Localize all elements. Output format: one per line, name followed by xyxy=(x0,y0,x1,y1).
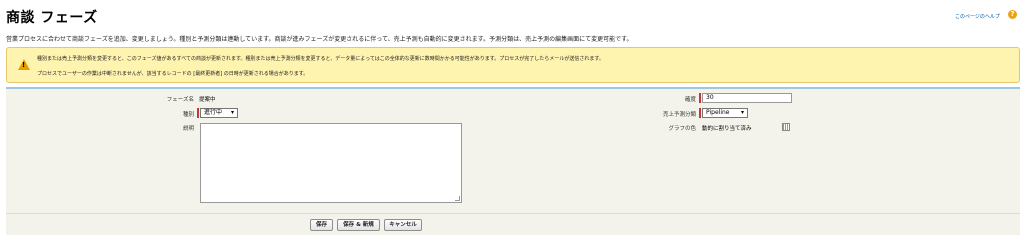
graph-color-label: グラフの色 xyxy=(668,126,696,132)
warning-box: ! 種別または売上予測分類を変更すると、このフェーズ値があるすべての商談が更新さ… xyxy=(6,47,1020,83)
forecast-select-value: Pipeline xyxy=(706,109,730,116)
warning-icon: ! xyxy=(18,59,30,70)
cancel-button[interactable]: キャンセル xyxy=(384,219,422,231)
warning-text-1: 種別または売上予測分類を変更すると、このフェーズ値があるすべての商談が更新されま… xyxy=(37,56,604,62)
question-icon[interactable]: ? xyxy=(1008,10,1017,19)
button-bar: 保存 保存 & 新規 キャンセル xyxy=(6,213,1020,235)
warning-text-2: プロセスでユーザーの作業は中断されませんが、該当するレコードの [最終更新者] … xyxy=(37,71,309,77)
forecast-category-select[interactable]: Pipeline ▾ xyxy=(702,108,748,118)
type-label: 種別 xyxy=(182,112,194,118)
color-picker-icon[interactable] xyxy=(782,123,790,131)
help-link[interactable]: このページのヘルプ xyxy=(955,13,1000,20)
probability-input[interactable]: 30 xyxy=(702,93,792,103)
type-select-value: 進行中 xyxy=(204,109,223,116)
chevron-down-icon: ▾ xyxy=(740,109,744,116)
save-button[interactable]: 保存 xyxy=(310,219,333,231)
required-indicator xyxy=(699,108,701,118)
phase-name-label: フェーズ名 xyxy=(166,97,194,103)
description-textarea[interactable] xyxy=(200,123,462,203)
page-description: 営業プロセスに合わせて商談フェーズを追加、変更しましょう。種別と予測分類は連動し… xyxy=(6,36,633,43)
edit-form-panel: フェーズ名 提案中 種別 進行中 ▾ 説明 確度 30 売上予測分類 Pipel… xyxy=(6,87,1020,235)
resize-handle-icon[interactable] xyxy=(455,196,460,201)
description-label: 説明 xyxy=(182,126,194,132)
forecast-category-label: 売上予測分類 xyxy=(662,112,696,118)
chevron-down-icon: ▾ xyxy=(230,109,234,116)
graph-color-value: 動的に割り当て済み xyxy=(702,126,752,132)
type-select[interactable]: 進行中 ▾ xyxy=(200,108,238,118)
form-body: フェーズ名 提案中 種別 進行中 ▾ 説明 確度 30 売上予測分類 Pipel… xyxy=(6,89,1020,213)
required-indicator xyxy=(197,108,199,118)
probability-label: 確度 xyxy=(684,97,696,103)
page-title: 商談 フェーズ xyxy=(6,10,98,26)
save-and-new-button[interactable]: 保存 & 新規 xyxy=(337,219,380,231)
phase-name-value: 提案中 xyxy=(199,97,216,103)
required-indicator xyxy=(699,93,701,103)
